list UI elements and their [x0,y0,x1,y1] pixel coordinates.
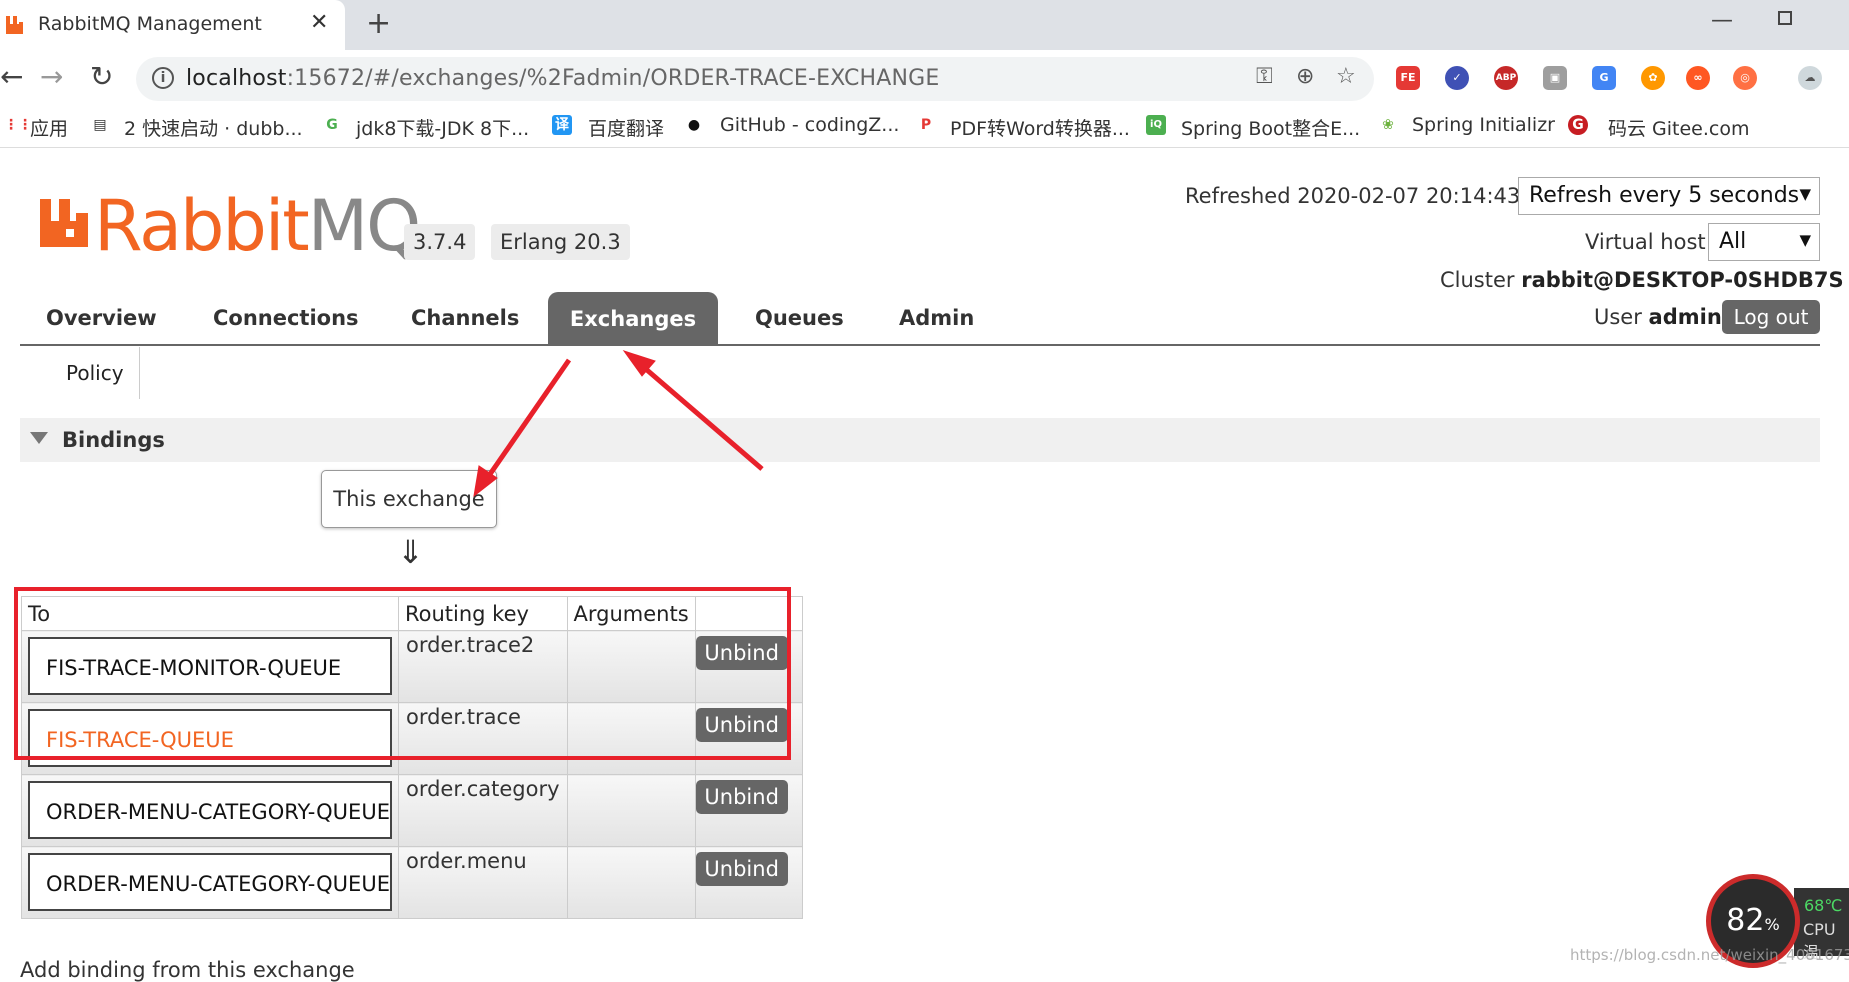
tab-exchanges[interactable]: Exchanges [548,292,718,346]
bookmark-jdk8[interactable]: jdk8下载-JDK 8下... [356,114,529,141]
arguments [568,775,695,779]
bookmark-apps[interactable]: 应用 [30,114,68,141]
apps-grid-icon: ⋮⋮ [4,117,32,133]
this-exchange-box: This exchange [321,470,497,528]
new-tab-icon[interactable]: + [366,6,391,41]
refresh-interval-select[interactable]: Refresh every 5 seconds ▼ [1518,177,1820,215]
vhost-label: Virtual host [1585,230,1706,254]
translate-extension-icon[interactable]: G [1592,66,1616,90]
refresh-interval-value: Refresh every 5 seconds [1529,183,1800,208]
forward-arrow-icon[interactable]: → [40,60,63,93]
url-host: localhost [186,66,287,91]
key-icon[interactable]: ⚿ [1256,64,1273,89]
logo-wordmark: RabbitMQ [94,185,421,267]
tab-channels[interactable]: Channels [411,306,519,330]
github-icon: ● [687,117,701,133]
version-badge: 3.7.4 [404,224,476,260]
translate-icon: 译 [552,115,572,135]
unbind-button[interactable]: Unbind [695,780,788,814]
tab-queues[interactable]: Queues [755,306,844,330]
iqiyi-icon: iQ [1146,115,1166,135]
tab-overview[interactable]: Overview [46,306,157,330]
adblock-extension-icon[interactable]: ABP [1494,66,1518,90]
down-arrow-icon: ⇓ [397,533,424,571]
cluster-name: rabbit@DESKTOP-0SHDB7S [1521,268,1844,292]
url-path: :15672/#/exchanges/%2Fadmin/ORDER-TRACE-… [286,66,940,91]
check-extension-icon[interactable]: ✓ [1445,66,1469,90]
cpu-temperature: 68℃ [1804,896,1843,915]
pdf-icon: P [920,117,932,133]
unbind-button[interactable]: Unbind [695,852,788,886]
lifebuoy-extension-icon[interactable]: ◎ [1733,66,1757,90]
rabbitmq-logo-icon [40,199,88,247]
jdk-icon: G [326,117,338,133]
book-icon: ▤ [93,117,107,133]
site-info-icon[interactable]: i [152,67,174,89]
spring-icon: ❀ [1382,117,1394,133]
restore-window-icon[interactable] [1778,11,1792,25]
fe-extension-icon[interactable]: FE [1396,66,1420,90]
cluster-info: Cluster rabbit@DESKTOP-0SHDB7S [1440,268,1844,292]
add-binding-heading[interactable]: Add binding from this exchange [20,958,355,982]
bindings-title[interactable]: Bindings [62,428,165,452]
bookmark-spring-initializr[interactable]: Spring Initializr [1412,114,1555,136]
subnav-policy[interactable]: Policy [66,361,124,385]
reload-icon[interactable]: ↻ [90,60,113,93]
tab-admin[interactable]: Admin [899,306,974,330]
bookmark-github[interactable]: GitHub - codingZ... [720,114,899,136]
routing-key: order.category [405,777,560,801]
annotation-highlight-box [14,587,791,760]
routing-key: order.menu [405,849,527,873]
bookmark-pdf-word[interactable]: PDF转Word转换器... [950,114,1130,141]
collapse-triangle-icon[interactable] [30,432,48,444]
infinity-extension-icon[interactable]: ∞ [1686,66,1710,90]
minimize-window-icon[interactable]: — [1711,8,1733,33]
tab-connections[interactable]: Connections [213,306,359,330]
chevron-down-icon: ▼ [1799,185,1811,203]
table-row: ORDER-MENU-CATEGORY-QUEUE order.category… [21,774,803,847]
arguments [568,847,695,851]
puzzle-extension-icon[interactable]: ▣ [1543,66,1567,90]
vhost-select[interactable]: All ▼ [1708,223,1820,261]
chevron-down-icon: ▼ [1799,231,1811,249]
url-text[interactable]: localhost:15672/#/exchanges/%2Fadmin/ORD… [186,66,940,91]
close-tab-icon[interactable]: ✕ [310,10,328,35]
bookmark-spring-boot[interactable]: Spring Boot整合E... [1181,114,1360,141]
star-bookmark-icon[interactable]: ☆ [1336,64,1356,89]
vhost-value: All [1719,229,1747,254]
table-row: ORDER-MENU-CATEGORY-QUEUE order.menu Unb… [21,846,803,919]
browser-tab[interactable]: RabbitMQ Management ✕ [0,0,345,50]
queue-link[interactable]: ORDER-MENU-CATEGORY-QUEUE [28,853,392,911]
zoom-icon[interactable]: ⊕ [1296,64,1314,89]
back-arrow-icon[interactable]: ← [0,60,23,93]
queue-link[interactable]: ORDER-MENU-CATEGORY-QUEUE [28,781,392,839]
profile-avatar-icon[interactable]: ☁ [1798,66,1822,90]
rabbitmq-favicon-icon [6,16,23,34]
erlang-badge: Erlang 20.3 [491,224,630,260]
bookmark-baidu-translate[interactable]: 百度翻译 [588,114,664,141]
watermark: https://blog.csdn.net/weixin_40816738 [1570,946,1849,964]
bookmark-gitee[interactable]: 码云 Gitee.com [1608,114,1750,141]
gitee-icon: G [1568,115,1588,135]
bindings-section-header[interactable] [20,418,1820,462]
flower-extension-icon[interactable]: ✿ [1641,66,1665,90]
bookmark-dubbo[interactable]: 2 快速启动 · dubb... [124,114,303,141]
refreshed-timestamp: Refreshed 2020-02-07 20:14:43 [1185,184,1521,208]
tab-title: RabbitMQ Management [38,13,262,35]
